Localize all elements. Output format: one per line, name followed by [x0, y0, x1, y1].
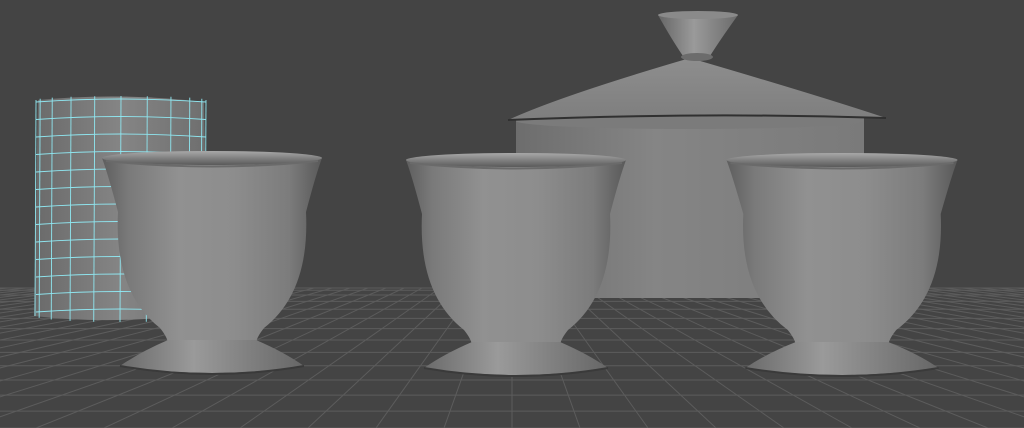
- 3d-viewport[interactable]: [0, 0, 1024, 428]
- cups-group: [102, 151, 958, 377]
- viewport-canvas[interactable]: [0, 0, 1024, 428]
